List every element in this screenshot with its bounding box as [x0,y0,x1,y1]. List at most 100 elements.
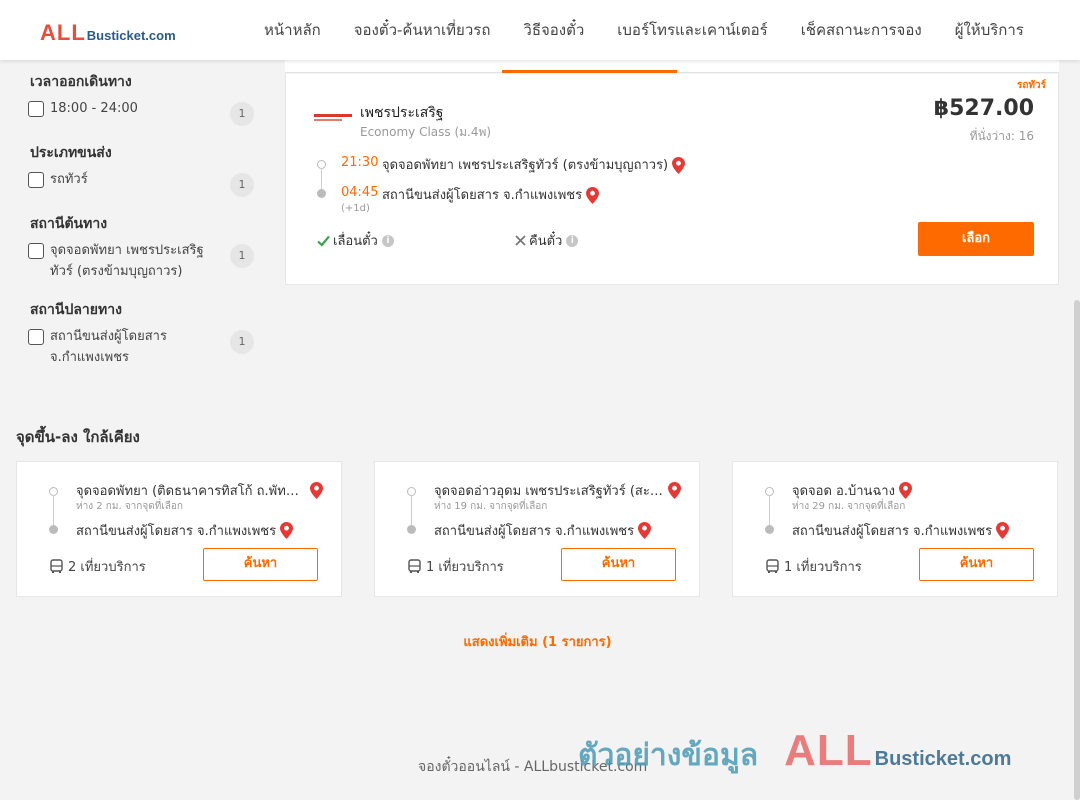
route-line [53,495,54,529]
nearby-from-label: จุดจอดอ่าวอุดม เพชรประเสริฐทัวร์ (สะพานล… [434,484,664,499]
nav-operators[interactable]: ผู้ให้บริการ [955,18,1024,42]
filter-option-destination[interactable]: สถานีขนส่งผู้โดยสาร จ.กำแพงเพชร 1 [28,328,254,368]
nearby-from-label: จุดจอดพัทยา (ติดธนาคารทิสโก้ ถ.พัทยากลาง… [76,484,306,499]
nearby-to-label: สถานีขนส่งผู้โดยสาร จ.กำแพงเพชร [76,524,277,539]
route-line [411,495,412,529]
show-more-link[interactable]: แสดงเพิ่มเติม (1 รายการ) [0,631,1075,652]
filter-title-departure-time: เวลาออกเดินทาง [30,74,132,90]
to-dot-icon [765,525,774,534]
refund-policy: คืนตั๋ว i [515,230,579,251]
map-pin-icon[interactable] [310,482,323,499]
logo-all-text: ALL [40,20,86,45]
depart-stop-label: จุดจอดพัทยา เพชรประเสริฐทัวร์ (ตรงข้ามบุ… [382,158,669,173]
route-line [769,495,770,529]
filter-title-destination: สถานีปลายทาง [30,302,122,318]
map-pin-icon[interactable] [638,522,652,539]
map-pin-icon[interactable] [672,157,686,174]
nearby-trips-label: 1 เที่ยวบริการ [784,560,862,575]
count-badge: 1 [230,173,254,197]
nearby-trips: 1 เที่ยวบริการ [407,556,504,577]
nearby-from: จุดจอดอ่าวอุดม เพชรประเสริฐทัวร์ (สะพานล… [434,480,681,501]
nav-how-to-book[interactable]: วิธีจองตั๋ว [523,18,584,42]
seats-available: ที่นั่งว่าง: 16 [969,129,1034,143]
page-scrollbar[interactable] [1074,300,1080,800]
filter-option-departure-time[interactable]: 18:00 - 24:00 1 [28,100,254,126]
nearby-card: จุดจอดพัทยา (ติดธนาคารทิสโก้ ถ.พัทยากลาง… [16,461,342,597]
nearby-trips-label: 1 เที่ยวบริการ [426,560,504,575]
logo-busticket-text: Busticket.com [86,28,176,43]
map-pin-icon[interactable] [280,522,294,539]
next-day-indicator: (+1d) [341,203,370,214]
nearby-distance: ห่าง 29 กม. จากจุดที่เลือก [792,501,906,512]
nav-book-search[interactable]: จองตั๋ว-ค้นหาเที่ยวรถ [354,18,491,42]
nearby-distance: ห่าง 19 กม. จากจุดที่เลือก [434,501,548,512]
info-icon[interactable]: i [381,234,394,247]
cross-icon [515,235,526,246]
to-dot-icon [407,525,416,534]
nearby-to: สถานีขนส่งผู้โดยสาร จ.กำแพงเพชร [434,520,652,541]
watermark: ตัวอย่างข้อมูล ALL Busticket.com [578,726,1011,779]
main-nav: หน้าหลัก จองตั๋ว-ค้นหาเที่ยวรถ วิธีจองตั… [264,0,1024,60]
nearby-from: จุดจอดพัทยา (ติดธนาคารทิสโก้ ถ.พัทยากลาง… [76,480,323,501]
ticket-price: ฿527.00 [933,96,1034,121]
nearby-from: จุดจอด อ.บ้านฉาง [792,480,912,501]
checkbox[interactable] [28,243,44,259]
nav-home[interactable]: หน้าหลัก [264,18,321,42]
nearby-search-button[interactable]: ค้นหา [203,548,318,581]
map-pin-icon[interactable] [586,187,600,204]
filter-option-label: จุดจอดพัทยา เพชรประเสริฐทัวร์ (ตรงข้ามบุ… [50,243,204,279]
filter-option-label: รถทัวร์ [50,172,88,187]
nav-contact-counters[interactable]: เบอร์โทรและเคาน์เตอร์ [617,18,767,42]
map-pin-icon[interactable] [996,522,1010,539]
count-badge: 1 [230,330,254,354]
arrive-time: 04:45 [341,185,379,200]
operator-logo-icon [314,114,352,121]
nearby-to: สถานีขนส่งผู้โดยสาร จ.กำแพงเพชร [792,520,1010,541]
site-logo[interactable]: ALL Busticket.com [40,20,176,46]
filter-option-transport-type[interactable]: รถทัวร์ 1 [28,171,254,197]
reschedule-policy: เลื่อนตั๋ว i [317,230,394,251]
depart-stop: จุดจอดพัทยา เพชรประเสริฐทัวร์ (ตรงข้ามบุ… [382,154,686,175]
arrive-dot-icon [317,189,326,198]
filter-title-origin: สถานีต้นทาง [30,216,108,232]
nearby-to: สถานีขนส่งผู้โดยสาร จ.กำแพงเพชร [76,520,294,541]
operator-name: เพชรประเสริฐ [360,105,444,121]
check-icon [317,235,330,247]
bus-class: Economy Class (ม.4พ) [360,125,492,139]
nearby-to-label: สถานีขนส่งผู้โดยสาร จ.กำแพงเพชร [792,524,993,539]
checkbox[interactable] [28,172,44,188]
nearby-card: จุดจอดอ่าวอุดม เพชรประเสริฐทัวร์ (สะพานล… [374,461,700,597]
nearby-stops-title: จุดขึ้น-ลง ใกล้เคียง [16,428,140,446]
info-icon[interactable]: i [566,234,579,247]
to-dot-icon [49,525,58,534]
watermark-logo-all: ALL [784,726,873,775]
nearby-card: จุดจอด อ.บ้านฉาง ห่าง 29 กม. จากจุดที่เล… [732,461,1058,597]
site-header: ALL Busticket.com หน้าหลัก จองตั๋ว-ค้นหา… [0,0,1080,60]
filter-option-label: สถานีขนส่งผู้โดยสาร จ.กำแพงเพชร [50,329,167,365]
nav-check-booking[interactable]: เช็คสถานะการจอง [801,18,922,42]
transport-type-tag: รถทัวร์ [1016,80,1046,91]
nearby-from-label: จุดจอด อ.บ้านฉาง [792,484,895,499]
filter-title-transport-type: ประเภทขนส่ง [30,145,112,161]
bus-icon [766,559,779,573]
checkbox[interactable] [28,101,44,117]
filter-sidebar: เวลาออกเดินทาง 18:00 - 24:00 1 ประเภทขนส… [0,60,270,390]
reschedule-label: เลื่อนตั๋ว [333,234,378,249]
depart-time: 21:30 [341,155,379,170]
arrive-stop: สถานีขนส่งผู้โดยสาร จ.กำแพงเพชร [382,184,600,205]
trip-card: รถทัวร์ เพชรประเสริฐ Economy Class (ม.4พ… [285,74,1059,285]
map-pin-icon[interactable] [668,482,681,499]
nearby-distance: ห่าง 2 กม. จากจุดที่เลือก [76,501,183,512]
nearby-search-button[interactable]: ค้นหา [919,548,1034,581]
nearby-search-button[interactable]: ค้นหา [561,548,676,581]
active-tab-indicator [502,70,677,73]
checkbox[interactable] [28,329,44,345]
nearby-trips: 1 เที่ยวบริการ [765,556,862,577]
map-pin-icon[interactable] [898,482,912,499]
refund-label: คืนตั๋ว [529,234,563,249]
select-trip-button[interactable]: เลือก [918,222,1034,256]
count-badge: 1 [230,244,254,268]
count-badge: 1 [230,102,254,126]
filter-option-origin[interactable]: จุดจอดพัทยา เพชรประเสริฐทัวร์ (ตรงข้ามบุ… [28,242,254,282]
bus-icon [50,559,63,573]
